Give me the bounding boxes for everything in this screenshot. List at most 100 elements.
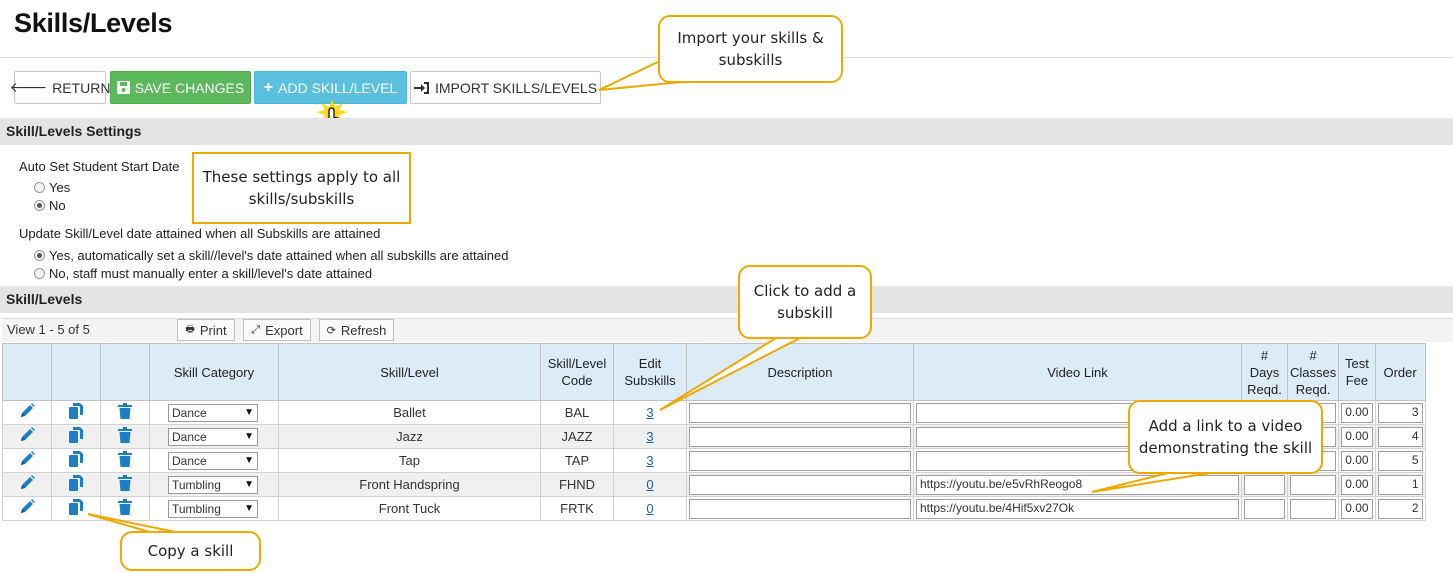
copy-row-button[interactable] [51,472,101,497]
description-input[interactable] [689,474,911,495]
refresh-button[interactable]: ⟳ Refresh [319,319,394,341]
export-button[interactable]: ⤢ Export [243,319,311,341]
copy-column-header [51,343,101,401]
delete-row-button[interactable] [100,448,150,473]
delete-row-button[interactable] [100,424,150,449]
skill-category-header[interactable]: Skill Category [149,343,279,401]
edit-subskills-link[interactable]: 3 [646,405,653,420]
description-input[interactable] [689,402,911,423]
copy-row-button[interactable] [51,424,101,449]
copy-callout: Copy a skill [120,531,261,571]
video-link-input[interactable]: https://youtu.be/4Hif5xv27Ok [916,498,1239,519]
video-link-input[interactable]: https://youtu.be/e5vRhReogo8 [916,474,1239,495]
skill-category-select[interactable]: Tumbling ▼ [168,499,258,518]
description-cell [686,472,914,497]
copy-row-button[interactable] [51,448,101,473]
skill-code-header[interactable]: Skill/Level Code [540,343,614,401]
skill-category-cell: Dance ▼ [149,424,279,449]
description-header[interactable]: Description [686,343,914,401]
days-required-input[interactable] [1244,498,1285,519]
delete-row-button[interactable] [100,472,150,497]
test-fee-input[interactable]: 0.00 [1341,450,1373,471]
edit-row-button[interactable] [2,400,52,425]
radio-button[interactable] [34,182,45,193]
test-fee-header[interactable]: Test Fee [1338,343,1376,401]
return-button[interactable]: 🡐 RETURN [10,71,110,104]
view-count: View 1 - 5 of 5 [7,322,90,337]
import-skills-button[interactable]: IMPORT SKILLS/LEVELS [410,71,601,104]
copy-row-button[interactable] [51,400,101,425]
test-fee-input[interactable]: 0.00 [1341,426,1373,447]
caret-down-icon: ▼ [244,503,254,514]
skill-category-cell: Dance ▼ [149,400,279,425]
header-line: # [1260,347,1269,363]
classes-required-header[interactable]: # Classes Reqd. [1286,343,1340,401]
export-icon: ⤢ [251,323,261,336]
edit-subskills-link[interactable]: 0 [646,501,653,516]
test-fee-input[interactable]: 0.00 [1341,474,1373,495]
description-input[interactable] [689,498,911,519]
pencil-icon [21,403,35,417]
copy-row-button[interactable] [51,496,101,521]
radio-button[interactable] [34,268,45,279]
edit-row-button[interactable] [2,496,52,521]
refresh-label: Refresh [340,322,387,338]
skill-category-select[interactable]: Dance ▼ [168,451,258,470]
edit-subskills-link[interactable]: 3 [646,453,653,468]
header-line: Reqd. [1295,381,1331,397]
trash-icon [118,403,132,419]
days-required-header[interactable]: # Days Reqd. [1241,343,1288,401]
edit-row-button[interactable] [2,472,52,497]
copy-icon [69,427,83,443]
order-cell: 5 [1374,448,1426,473]
order-input[interactable]: 1 [1377,474,1423,495]
print-button[interactable]: 🖶 Print [177,319,235,341]
order-input[interactable]: 3 [1377,402,1423,423]
delete-row-button[interactable] [100,400,150,425]
auto-start-no-option[interactable]: No [34,198,66,213]
days-required-input[interactable] [1244,474,1285,495]
days-required-cell [1241,472,1288,497]
video-link-header[interactable]: Video Link [913,343,1242,401]
edit-column-header [2,343,52,401]
skill-level-header[interactable]: Skill/Level [278,343,541,401]
auto-start-yes-option[interactable]: Yes [34,180,70,195]
edit-row-button[interactable] [2,448,52,473]
edit-subskills-header[interactable]: Edit Subskills [613,343,687,401]
edit-subskills-link[interactable]: 3 [646,429,653,444]
update-attained-auto-option[interactable]: Yes, automatically set a skill//level's … [34,248,508,263]
save-changes-label: SAVE CHANGES [134,79,245,96]
sign-in-icon [413,81,429,94]
copy-icon [69,451,83,467]
printer-icon: 🖶 [185,323,195,335]
test-fee-input[interactable]: 0.00 [1341,402,1373,423]
description-input[interactable] [689,450,911,471]
skill-category-select[interactable]: Dance ▼ [168,403,258,422]
settings-section-header: Skill/Levels Settings [0,118,1453,145]
update-attained-manual-option[interactable]: No, staff must manually enter a skill/le… [34,266,372,281]
skill-category-select[interactable]: Tumbling ▼ [168,475,258,494]
order-header[interactable]: Order [1374,343,1426,401]
skill-category-select[interactable]: Dance ▼ [168,427,258,446]
save-changes-button[interactable]: SAVE CHANGES [110,71,251,104]
caret-down-icon: ▼ [244,479,254,490]
classes-required-input[interactable] [1290,498,1337,519]
delete-row-button[interactable] [100,496,150,521]
radio-button-selected[interactable] [34,250,45,261]
pencil-icon [21,499,35,513]
edit-row-button[interactable] [2,424,52,449]
export-label: Export [265,322,303,338]
description-input[interactable] [689,426,911,447]
test-fee-cell: 0.00 [1338,400,1376,425]
order-input[interactable]: 2 [1377,498,1423,519]
skill-level-cell: Front Handspring [278,472,541,497]
header-line: # [1309,347,1317,363]
order-input[interactable]: 4 [1377,426,1423,447]
edit-subskills-link[interactable]: 0 [646,477,653,492]
description-cell [686,448,914,473]
skill-category-value: Dance [172,453,207,468]
test-fee-input[interactable]: 0.00 [1341,498,1373,519]
order-input[interactable]: 5 [1377,450,1423,471]
classes-required-input[interactable] [1290,474,1337,495]
radio-button-selected[interactable] [34,200,45,211]
